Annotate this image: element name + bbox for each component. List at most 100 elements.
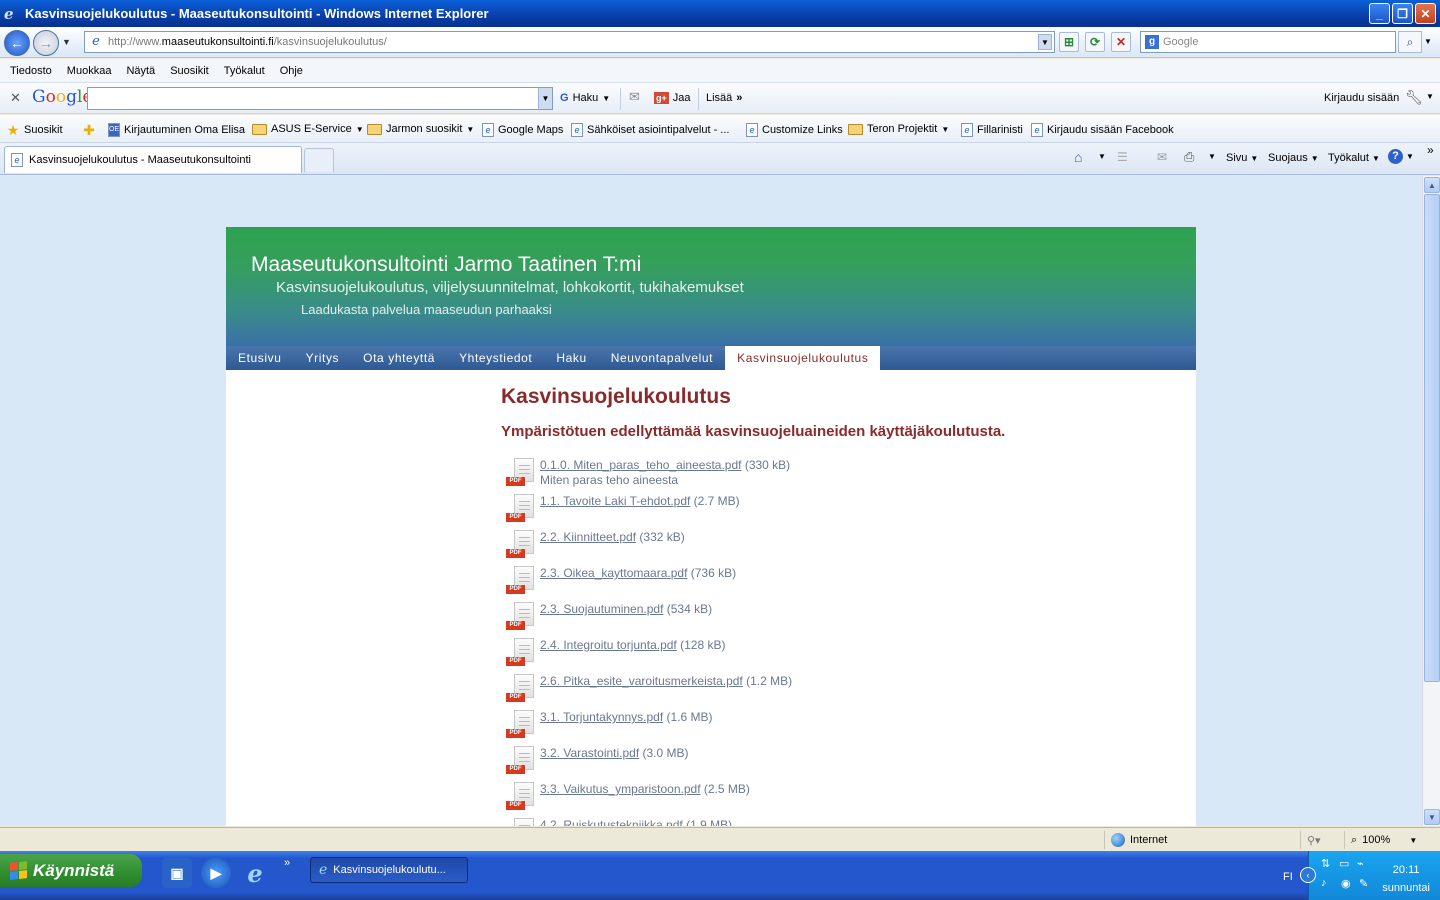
search-input[interactable]: g Google <box>1140 31 1396 53</box>
help-button[interactable]: ? ▼ <box>1388 149 1414 164</box>
pdf-icon[interactable]: PDF <box>506 638 536 668</box>
clock[interactable]: 20:11 sunnuntai <box>1382 861 1430 897</box>
stop-icon[interactable]: ✕ <box>1111 32 1131 52</box>
pdf-icon[interactable]: PDF <box>506 674 536 704</box>
favorite-link[interactable]: e Sähköiset asiointipalvelut - ... <box>571 123 729 137</box>
nav-haku[interactable]: Haku <box>544 346 598 370</box>
mail-icon[interactable]: ✉ <box>629 89 640 105</box>
home-icon[interactable]: ⌂ <box>1074 149 1082 165</box>
protected-mode-icon[interactable]: ⚲▾ <box>1300 831 1344 849</box>
google-signin-link[interactable]: Kirjaudu sisään <box>1324 92 1399 104</box>
file-link[interactable]: 2.6. Pitka_esite_varoitusmerkeista.pdf <box>540 674 743 688</box>
maximize-button[interactable]: ❐ <box>1392 3 1413 24</box>
favorite-link[interactable]: e Customize Links <box>746 123 843 137</box>
print-dropdown-icon[interactable]: ▼ <box>1208 152 1216 161</box>
security-icon[interactable]: ◉ <box>1341 877 1351 890</box>
nav-yhteystiedot[interactable]: Yhteystiedot <box>447 346 544 370</box>
back-button[interactable]: ← <box>4 30 30 56</box>
start-button[interactable]: Käynnistä <box>0 854 142 887</box>
usb-icon[interactable]: ⌁ <box>1357 857 1364 870</box>
pdf-icon[interactable]: PDF <box>506 710 536 740</box>
add-favorite-button[interactable]: ✚ <box>82 123 96 137</box>
file-link[interactable]: 4.2. Ruiskutustekniikka.pdf <box>540 818 683 826</box>
print-icon[interactable]: ⎙ <box>1184 149 1194 165</box>
file-link[interactable]: 3.2. Varastointi.pdf <box>540 746 639 760</box>
more-commands-icon[interactable]: » <box>1427 143 1434 157</box>
volume-icon[interactable]: ♪ <box>1321 877 1327 889</box>
pdf-icon[interactable]: PDF <box>506 458 536 488</box>
ie-quicklaunch-icon[interactable]: e <box>240 858 270 888</box>
search-go-icon[interactable]: ⌕ <box>1398 31 1422 53</box>
read-mail-icon[interactable]: ✉ <box>1157 150 1167 164</box>
pdf-icon[interactable]: PDF <box>506 746 536 776</box>
show-desktop-icon[interactable]: ▣ <box>162 858 192 888</box>
vertical-scrollbar[interactable]: ▲ ▼ <box>1422 176 1440 826</box>
language-indicator[interactable]: FI <box>1283 871 1293 883</box>
file-link[interactable]: 0.1.0. Miten_paras_teho_aineesta.pdf <box>540 458 741 472</box>
menu-view[interactable]: Näytä <box>126 65 155 77</box>
close-button[interactable]: ✕ <box>1415 3 1436 24</box>
scroll-down-icon[interactable]: ▼ <box>1424 809 1440 825</box>
forward-button[interactable]: → <box>33 30 59 56</box>
refresh-icon[interactable]: ⟳ <box>1085 32 1105 52</box>
file-link[interactable]: 2.2. Kiinnitteet.pdf <box>540 530 636 544</box>
network-icon[interactable]: ⇅ <box>1321 857 1330 870</box>
favorites-button[interactable]: ★ Suosikit <box>6 123 63 137</box>
menu-favorites[interactable]: Suosikit <box>170 65 209 77</box>
search-options-icon[interactable]: ▼ <box>1424 37 1432 46</box>
new-tab-button[interactable] <box>304 148 334 172</box>
favorite-folder[interactable]: ASUS E-Service ▼ <box>252 123 364 135</box>
home-dropdown-icon[interactable]: ▼ <box>1098 152 1106 161</box>
media-player-icon[interactable]: ▶ <box>201 858 231 888</box>
google-search-input[interactable]: ▼ <box>87 87 553 110</box>
menu-file[interactable]: Tiedosto <box>10 65 52 77</box>
pdf-icon[interactable]: PDF <box>506 818 536 826</box>
page-menu[interactable]: Sivu ▼ <box>1226 152 1258 164</box>
pdf-icon[interactable]: PDF <box>506 602 536 632</box>
wrench-icon[interactable]: 🔧︎ <box>1405 89 1423 106</box>
history-dropdown-icon[interactable]: ▼ <box>62 37 71 47</box>
file-link[interactable]: 2.4. Integroitu torjunta.pdf <box>540 638 677 652</box>
address-field[interactable]: e http://www.maaseutukonsultointi.fi/kas… <box>84 31 1055 53</box>
nav-ota-yhteytta[interactable]: Ota yhteyttä <box>351 346 447 370</box>
menu-edit[interactable]: Muokkaa <box>67 65 112 77</box>
favorite-link[interactable]: e Google Maps <box>482 123 563 137</box>
favorite-folder[interactable]: Jarmon suosikit ▼ <box>367 123 474 135</box>
feeds-icon[interactable]: ☰ <box>1117 150 1128 164</box>
taskbar-window-button[interactable]: e Kasvinsuojelukoulutu... <box>310 857 468 883</box>
google-search-dropdown-icon[interactable]: ▼ <box>538 88 552 109</box>
file-link[interactable]: 2.3. Suojautuminen.pdf <box>540 602 663 616</box>
pdf-icon[interactable]: PDF <box>506 782 536 812</box>
nav-etusivu[interactable]: Etusivu <box>226 346 294 370</box>
file-link[interactable]: 3.3. Vaikutus_ymparistoon.pdf <box>540 782 701 796</box>
scroll-up-icon[interactable]: ▲ <box>1424 177 1440 193</box>
nav-neuvontapalvelut[interactable]: Neuvontapalvelut <box>599 346 725 370</box>
menu-help[interactable]: Ohje <box>280 65 303 77</box>
safely-remove-icon[interactable]: ✎ <box>1359 877 1368 890</box>
favorite-link[interactable]: e Kirjaudu sisään Facebook <box>1031 123 1174 137</box>
minimize-button[interactable]: _ <box>1369 3 1390 24</box>
pdf-icon[interactable]: PDF <box>506 566 536 596</box>
favorite-folder[interactable]: Teron Projektit ▼ <box>848 123 949 135</box>
share-button[interactable]: g+ Jaa <box>654 92 691 104</box>
favorite-link[interactable]: e Fillarinisti <box>961 123 1023 137</box>
pdf-icon[interactable]: PDF <box>506 494 536 524</box>
compatibility-icon[interactable]: ⊞ <box>1059 32 1079 52</box>
file-link[interactable]: 1.1. Tavoite Laki T-ehdot.pdf <box>540 494 690 508</box>
zoom-control[interactable]: ⌕ 100% ▼ <box>1344 831 1424 849</box>
settings-dropdown-icon[interactable]: ▼ <box>1426 92 1434 101</box>
pdf-icon[interactable]: PDF <box>506 530 536 560</box>
safety-menu[interactable]: Suojaus ▼ <box>1268 152 1319 164</box>
tray-expand-icon[interactable]: ‹ <box>1300 867 1316 883</box>
scroll-thumb[interactable] <box>1424 194 1440 682</box>
menu-tools[interactable]: Työkalut <box>224 65 265 77</box>
tab-active[interactable]: e Kasvinsuojelukoulutus - Maaseutukonsul… <box>4 146 302 173</box>
close-toolbar-icon[interactable]: ✕ <box>10 90 21 106</box>
address-dropdown-icon[interactable]: ▼ <box>1038 34 1052 50</box>
google-haku-button[interactable]: G Haku ▼ <box>560 92 610 104</box>
file-link[interactable]: 2.3. Oikea_kayttomaara.pdf <box>540 566 687 580</box>
file-link[interactable]: 3.1. Torjuntakynnys.pdf <box>540 710 663 724</box>
quicklaunch-more-icon[interactable]: » <box>284 857 290 869</box>
nav-kasvinsuojelukoulutus[interactable]: Kasvinsuojelukoulutus <box>725 346 881 370</box>
favorite-link[interactable]: OE Kirjautuminen Oma Elisa <box>108 123 245 137</box>
